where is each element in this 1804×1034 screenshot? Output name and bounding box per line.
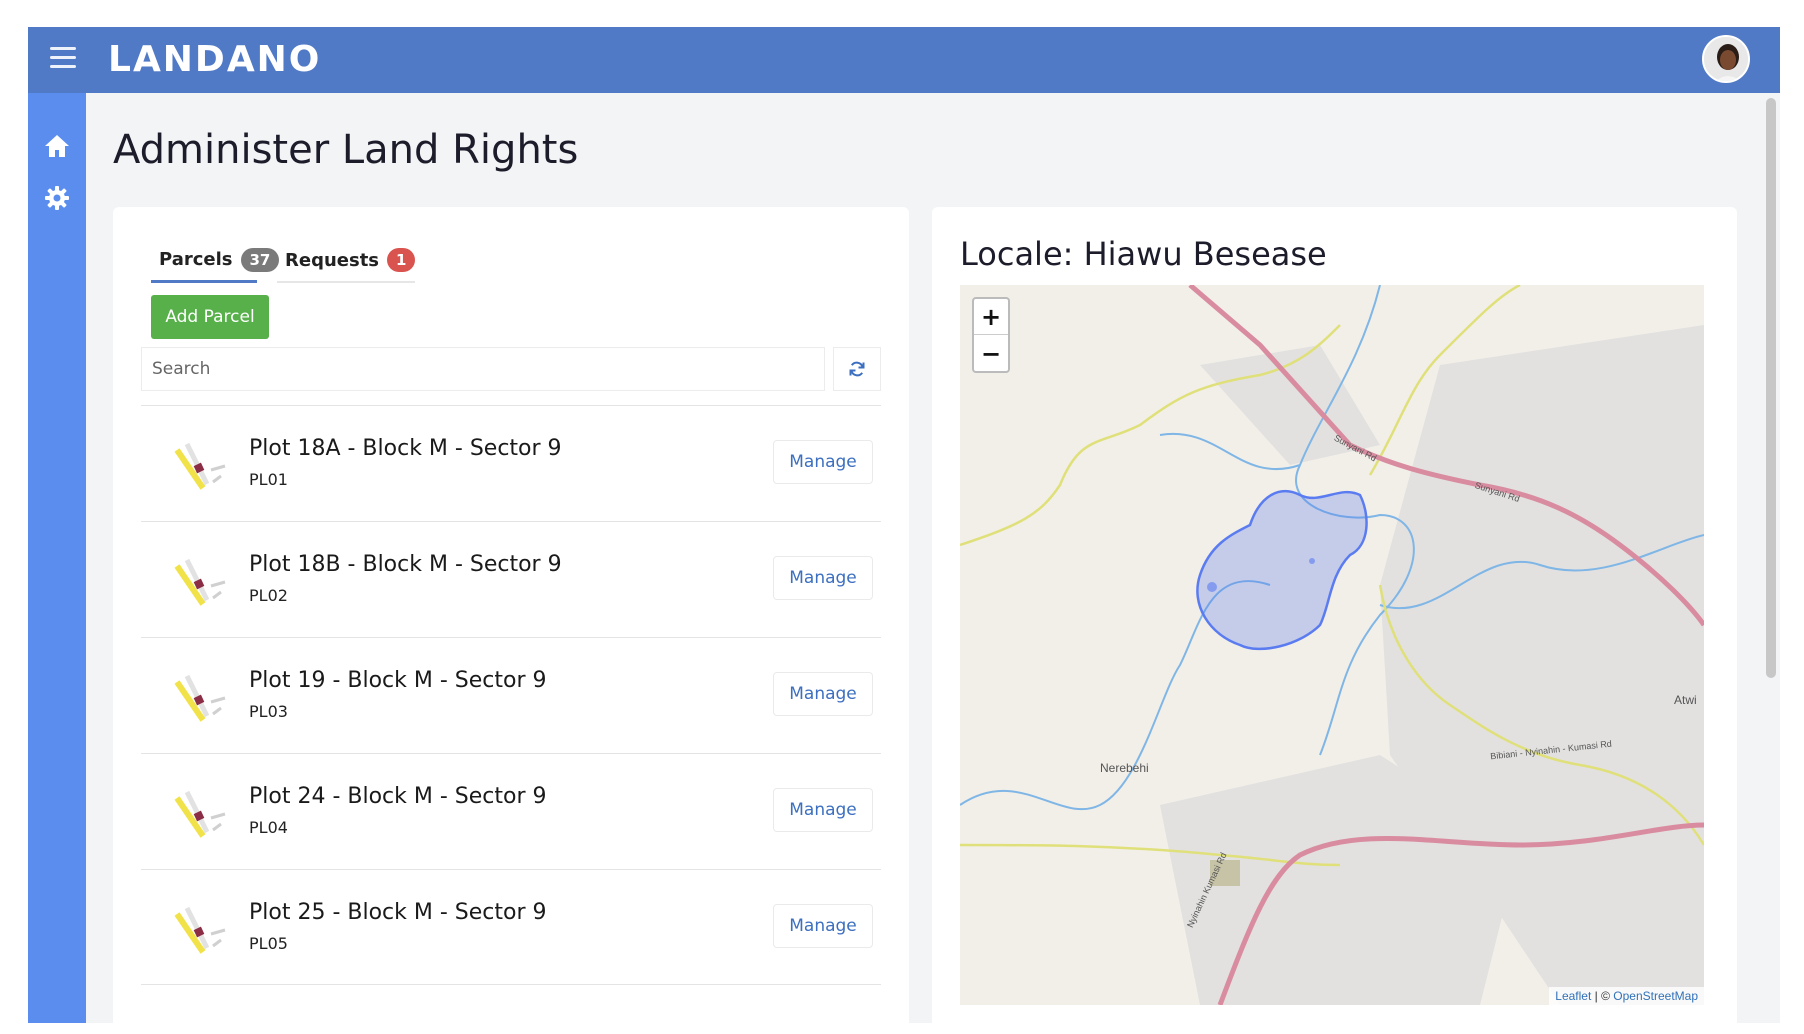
parcel-code: PL04 <box>249 818 288 837</box>
parcel-title: Plot 24 - Block M - Sector 9 <box>249 784 547 809</box>
list-item: Plot 18A - Block M - Sector 9 PL01 Manag… <box>141 405 881 521</box>
page-title: Administer Land Rights <box>113 127 579 173</box>
manage-button[interactable]: Manage <box>773 556 873 600</box>
leaflet-link[interactable]: Leaflet <box>1555 989 1591 1003</box>
list-item: Plot 24 - Block M - Sector 9 PL04 Manage <box>141 753 881 869</box>
zoom-in-button[interactable]: + <box>974 299 1008 335</box>
parcel-title: Plot 18A - Block M - Sector 9 <box>249 436 562 461</box>
tab-parcels-label: Parcels <box>159 249 233 270</box>
parcel-code: PL03 <box>249 702 288 721</box>
manage-button[interactable]: Manage <box>773 440 873 484</box>
parcels-panel: Parcels 37 Requests 1 Add Parcel Search … <box>113 207 909 1023</box>
sidebar <box>28 93 86 1023</box>
parcel-title: Plot 18B - Block M - Sector 9 <box>249 552 562 577</box>
avatar-photo-icon <box>1704 37 1748 81</box>
parcel-code: PL01 <box>249 470 288 489</box>
tab-requests[interactable]: Requests 1 <box>277 239 416 283</box>
zoom-out-button[interactable]: − <box>974 336 1008 372</box>
map-attribution: Leaflet | © OpenStreetMap <box>1549 987 1704 1005</box>
list-item: Plot 18B - Block M - Sector 9 PL02 Manag… <box>141 521 881 637</box>
parcel-code: PL05 <box>249 934 288 953</box>
parcel-map-thumbnail-icon <box>174 790 226 838</box>
parcel-list: Plot 18A - Block M - Sector 9 PL01 Manag… <box>141 405 881 985</box>
manage-button[interactable]: Manage <box>773 904 873 948</box>
parcels-count-badge: 37 <box>240 247 280 272</box>
parcel-marker <box>1309 558 1315 564</box>
vertical-scrollbar[interactable] <box>1766 98 1776 678</box>
app-window: LANDANO Administer Land Rights Parcels 3… <box>28 27 1780 1023</box>
parcel-map-thumbnail-icon <box>174 674 226 722</box>
avatar[interactable] <box>1702 35 1750 83</box>
home-icon[interactable] <box>42 131 72 161</box>
attribution-separator: | © <box>1591 989 1614 1003</box>
parcel-map-thumbnail-icon <box>174 906 226 954</box>
tab-requests-label: Requests <box>285 249 380 271</box>
parcel-map-thumbnail-icon <box>174 442 226 490</box>
parcel-map-thumbnail-icon <box>174 558 226 606</box>
manage-button[interactable]: Manage <box>773 672 873 716</box>
gear-icon[interactable] <box>42 183 72 213</box>
tab-parcels[interactable]: Parcels 37 <box>151 239 280 283</box>
map-town-label: Atwi <box>1674 693 1697 707</box>
search-bar <box>141 347 881 391</box>
list-item: Plot 19 - Block M - Sector 9 PL03 Manage <box>141 637 881 753</box>
parcel-title: Plot 19 - Block M - Sector 9 <box>249 668 547 693</box>
list-item: Plot 25 - Block M - Sector 9 PL05 Manage <box>141 869 881 985</box>
map-panel: Locale: Hiawu Besease Sunyani Rd Sunyani… <box>932 207 1737 1023</box>
openstreetmap-link[interactable]: OpenStreetMap <box>1613 989 1698 1003</box>
map-town-label: Nerebehi <box>1100 761 1149 775</box>
zoom-control: + − <box>972 297 1010 373</box>
map-title: Locale: Hiawu Besease <box>960 235 1327 273</box>
brand-logo: LANDANO <box>108 39 322 80</box>
map-view[interactable]: Sunyani Rd Sunyani Rd Nerebehi Atwi Bibi… <box>960 285 1704 1005</box>
search-input[interactable] <box>141 347 825 391</box>
main-content: Administer Land Rights Parcels 37 Reques… <box>86 93 1780 1023</box>
add-parcel-button[interactable]: Add Parcel <box>151 295 269 339</box>
parcel-marker <box>1207 582 1217 592</box>
hamburger-menu-icon[interactable] <box>50 47 76 69</box>
refresh-button[interactable] <box>833 347 881 391</box>
refresh-icon <box>849 361 865 377</box>
parcel-code: PL02 <box>249 586 288 605</box>
requests-count-badge: 1 <box>387 248 416 272</box>
map-tiles <box>960 285 1704 1005</box>
manage-button[interactable]: Manage <box>773 788 873 832</box>
parcel-title: Plot 25 - Block M - Sector 9 <box>249 900 547 925</box>
top-navbar: LANDANO <box>28 27 1780 93</box>
